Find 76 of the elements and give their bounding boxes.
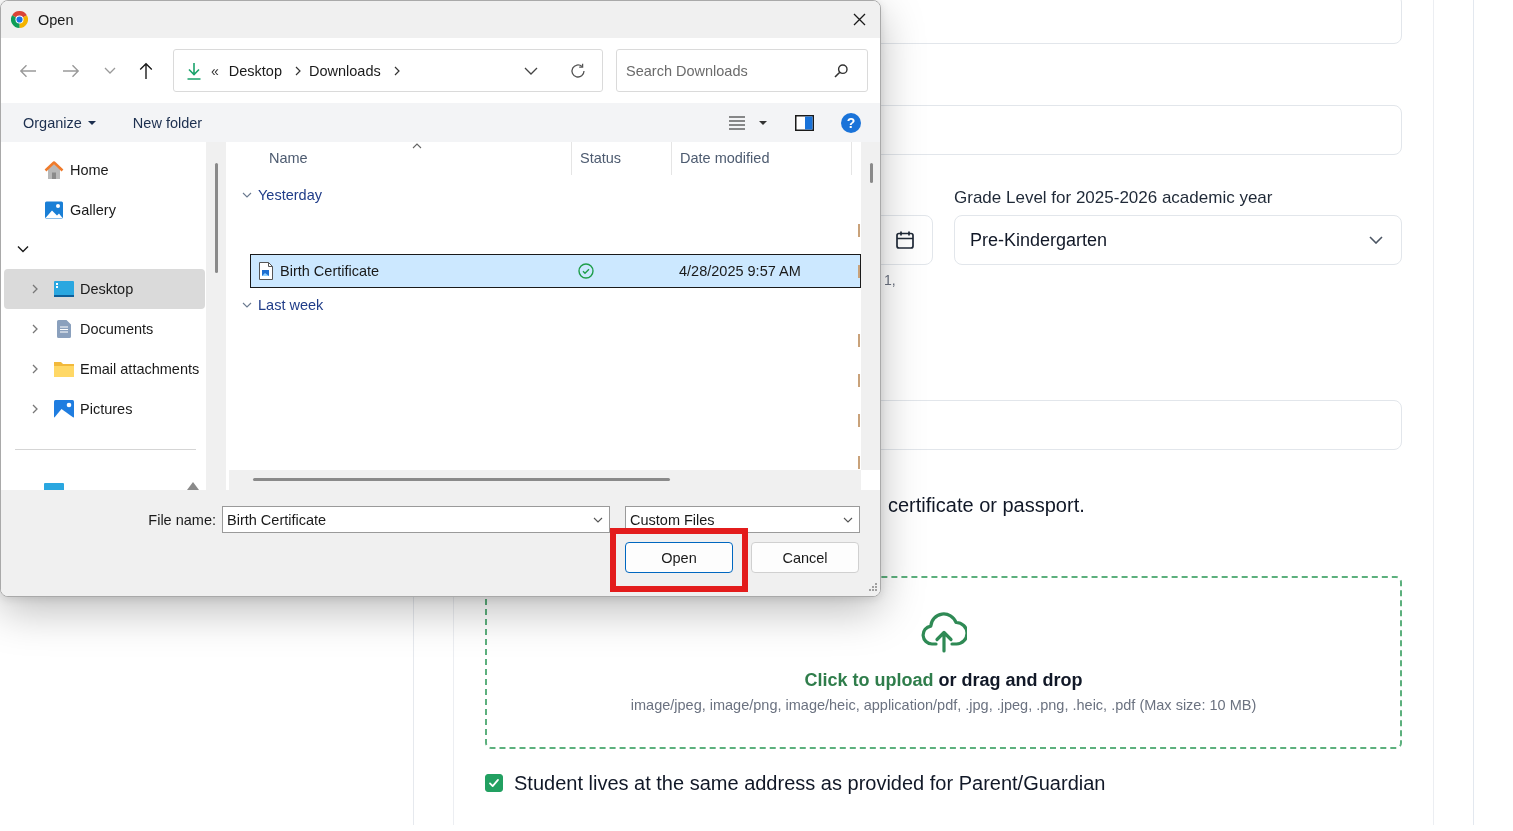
triangle-icon[interactable] [187, 482, 199, 490]
cancel-button[interactable]: Cancel [751, 542, 859, 573]
folder-icon [54, 361, 74, 377]
help-button[interactable]: ? [841, 112, 861, 133]
accepted-formats: image/jpeg, image/png, image/heic, application/pdf, .jpg, .jpeg, .png, .heic, .pdf (Max size: 10 MB) [630, 696, 1257, 715]
organize-button[interactable]: Organize [15, 110, 104, 135]
pictures-icon [54, 400, 74, 418]
chevron-icon[interactable] [17, 243, 29, 255]
chevron-right-icon[interactable] [295, 65, 301, 76]
chevron-down-icon[interactable] [593, 516, 603, 523]
gallery-icon [44, 200, 64, 220]
breadcrumb[interactable]: Downloads [309, 62, 381, 79]
open-button[interactable]: Open [625, 542, 733, 573]
nav-item[interactable]: Home [4, 150, 205, 190]
date-modified: 4/28/2025 9:57 AM [678, 263, 801, 279]
cut-off-mark [858, 224, 860, 237]
chevron-down-icon [843, 516, 853, 523]
upload-cloud-icon [920, 611, 967, 653]
download-icon [186, 61, 202, 80]
chevron-down-icon [1369, 236, 1383, 244]
refresh-icon[interactable] [570, 62, 586, 79]
address-bar[interactable]: « Desktop Downloads [173, 49, 603, 92]
body-text: certificate or passport. [888, 493, 1086, 518]
checkbox[interactable] [485, 774, 503, 792]
scrollbar-thumb[interactable] [215, 163, 218, 273]
helper-text: 1, [884, 272, 897, 288]
close-icon[interactable] [853, 13, 866, 26]
nav-item[interactable]: Pictures [4, 389, 205, 429]
scrollbar-thumb[interactable] [870, 163, 873, 183]
scrollbar-thumb[interactable] [253, 478, 670, 481]
scrollbar[interactable] [206, 142, 226, 490]
cut-off-mark [858, 374, 860, 387]
column-header[interactable]: Status [571, 142, 671, 175]
chevron-right-icon[interactable] [393, 65, 400, 76]
nav-item[interactable]: Gallery [4, 190, 205, 230]
new-folder-button[interactable]: New folder [124, 110, 211, 135]
document-icon [57, 320, 71, 338]
grade-select[interactable]: Pre-Kindergarten [954, 215, 1402, 265]
caret-down-icon [87, 120, 96, 125]
breadcrumb[interactable]: Desktop [228, 62, 282, 79]
upload-link[interactable]: Click to upload [804, 670, 934, 690]
group-header[interactable]: Yesterday [229, 182, 339, 208]
list-view-icon[interactable] [729, 115, 745, 130]
upload-prompt: Click to upload or drag and drop [804, 669, 1083, 692]
window-title: Open [38, 11, 74, 28]
up-arrow-icon[interactable] [139, 61, 153, 80]
group-header[interactable]: Last week [229, 292, 339, 318]
cut-off-mark [858, 334, 860, 347]
caret-down-icon[interactable] [759, 120, 767, 125]
chevron-down-icon[interactable] [524, 66, 538, 75]
cut-off-mark [858, 456, 860, 469]
app-logo-icon [11, 11, 28, 28]
nav-item[interactable]: Documents [4, 309, 205, 349]
checkbox-label: Student lives at the same address as provided for Parent/Guardian [514, 771, 1106, 796]
nav-item[interactable]: Email attachments [4, 349, 205, 389]
calendar-icon[interactable] [896, 231, 914, 249]
desktop-icon [54, 281, 74, 297]
overflow-button[interactable]: « [211, 62, 219, 79]
file-row[interactable]: Birth Certificate 4/28/2025 9:57 AM [250, 254, 861, 288]
column-header[interactable]: Name [229, 142, 571, 175]
preview-pane-icon[interactable] [795, 114, 814, 131]
search-icon [834, 63, 848, 78]
column-header[interactable]: Date modified [671, 142, 851, 175]
cut-off-mark [858, 265, 860, 278]
scrollbar[interactable] [229, 470, 861, 490]
sort-caret-icon [412, 143, 422, 149]
scrollbar[interactable] [861, 142, 880, 470]
file-name-field[interactable]: Birth Certificate [222, 506, 610, 533]
cut-off-mark [858, 414, 860, 427]
image-file-icon [258, 262, 274, 280]
file-name-label: File name: [148, 511, 216, 528]
nav-item[interactable]: Desktop [4, 269, 205, 309]
search-field[interactable]: Search Downloads [616, 49, 868, 92]
file-name: Birth Certificate [280, 263, 380, 279]
home-icon [44, 160, 64, 180]
field-label: Grade Level for 2025-2026 academic year [954, 188, 1274, 208]
